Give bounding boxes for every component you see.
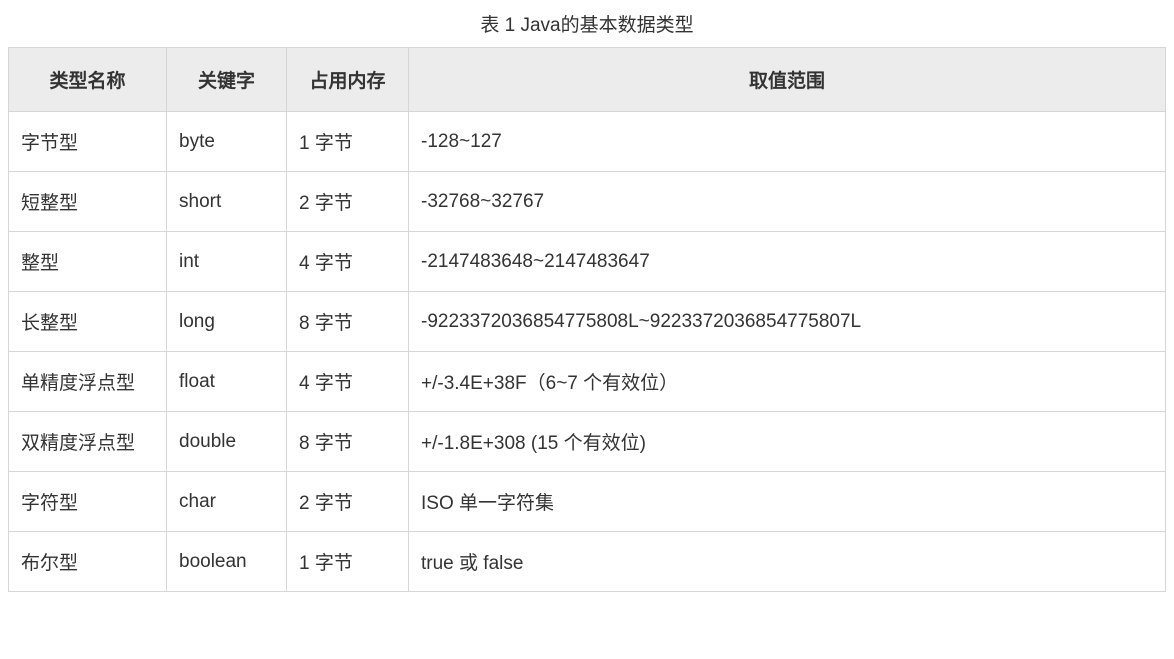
header-type-name: 类型名称: [9, 48, 167, 112]
table-row: 双精度浮点型 double 8 字节 +/-1.8E+308 (15 个有效位): [9, 412, 1166, 472]
table-row: 字节型 byte 1 字节 -128~127: [9, 112, 1166, 172]
cell-type-name: 布尔型: [9, 532, 167, 592]
cell-keyword: byte: [167, 112, 287, 172]
cell-memory: 1 字节: [287, 112, 409, 172]
cell-memory: 4 字节: [287, 232, 409, 292]
table-row: 单精度浮点型 float 4 字节 +/-3.4E+38F（6~7 个有效位）: [9, 352, 1166, 412]
cell-keyword: float: [167, 352, 287, 412]
cell-memory: 4 字节: [287, 352, 409, 412]
cell-type-name: 短整型: [9, 172, 167, 232]
header-range: 取值范围: [409, 48, 1166, 112]
table-row: 短整型 short 2 字节 -32768~32767: [9, 172, 1166, 232]
cell-type-name: 单精度浮点型: [9, 352, 167, 412]
cell-memory: 1 字节: [287, 532, 409, 592]
header-keyword: 关键字: [167, 48, 287, 112]
cell-range: true 或 false: [409, 532, 1166, 592]
cell-memory: 2 字节: [287, 472, 409, 532]
cell-keyword: boolean: [167, 532, 287, 592]
table-row: 整型 int 4 字节 -2147483648~2147483647: [9, 232, 1166, 292]
cell-range: -32768~32767: [409, 172, 1166, 232]
header-memory: 占用内存: [287, 48, 409, 112]
cell-type-name: 整型: [9, 232, 167, 292]
cell-keyword: long: [167, 292, 287, 352]
cell-keyword: char: [167, 472, 287, 532]
cell-keyword: short: [167, 172, 287, 232]
table-row: 长整型 long 8 字节 -9223372036854775808L~9223…: [9, 292, 1166, 352]
cell-range: -2147483648~2147483647: [409, 232, 1166, 292]
cell-memory: 2 字节: [287, 172, 409, 232]
cell-memory: 8 字节: [287, 292, 409, 352]
cell-keyword: int: [167, 232, 287, 292]
table-row: 布尔型 boolean 1 字节 true 或 false: [9, 532, 1166, 592]
cell-range: +/-1.8E+308 (15 个有效位): [409, 412, 1166, 472]
cell-keyword: double: [167, 412, 287, 472]
cell-type-name: 双精度浮点型: [9, 412, 167, 472]
cell-range: -9223372036854775808L~922337203685477580…: [409, 292, 1166, 352]
cell-type-name: 长整型: [9, 292, 167, 352]
table-row: 字符型 char 2 字节 ISO 单一字符集: [9, 472, 1166, 532]
cell-type-name: 字符型: [9, 472, 167, 532]
table-caption: 表 1 Java的基本数据类型: [8, 8, 1166, 37]
table-header-row: 类型名称 关键字 占用内存 取值范围: [9, 48, 1166, 112]
data-types-table: 类型名称 关键字 占用内存 取值范围 字节型 byte 1 字节 -128~12…: [8, 47, 1166, 592]
cell-range: +/-3.4E+38F（6~7 个有效位）: [409, 352, 1166, 412]
cell-type-name: 字节型: [9, 112, 167, 172]
cell-range: ISO 单一字符集: [409, 472, 1166, 532]
cell-memory: 8 字节: [287, 412, 409, 472]
cell-range: -128~127: [409, 112, 1166, 172]
